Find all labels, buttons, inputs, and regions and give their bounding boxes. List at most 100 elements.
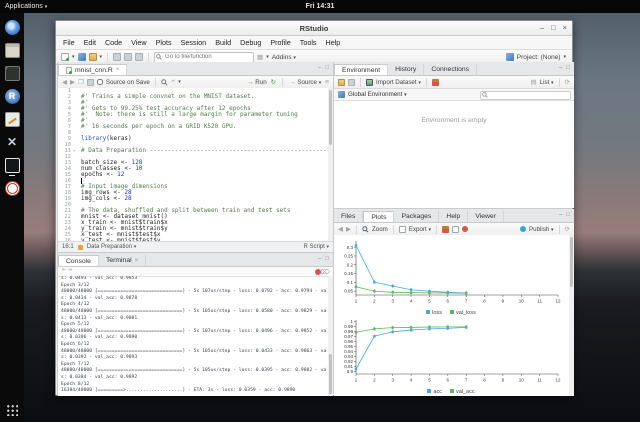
title-bar[interactable]: RStudio – □ × bbox=[56, 21, 572, 36]
source-button[interactable]: → Source ▾ bbox=[289, 79, 321, 86]
text-editor-icon[interactable] bbox=[5, 112, 20, 127]
file-manager-icon[interactable] bbox=[5, 43, 20, 58]
project-menu[interactable]: Project: (None) ▾ bbox=[506, 53, 566, 61]
caret-down-icon[interactable]: ▾ bbox=[178, 79, 181, 85]
forward-icon[interactable]: ▶ bbox=[70, 78, 75, 86]
console-output[interactable]: s: 0.0493 - val_acc: 0.9853Epoch 3/12480… bbox=[61, 276, 327, 396]
plot-svg-1: 0.90.910.920.930.940.950.960.970.980.991… bbox=[338, 317, 564, 383]
new-project-icon[interactable] bbox=[78, 53, 86, 61]
back-icon[interactable]: ◀ bbox=[62, 78, 67, 86]
save-all-icon[interactable] bbox=[124, 53, 132, 61]
tab-terminal[interactable]: Terminal× bbox=[99, 255, 146, 266]
tab-mnist-cnn[interactable]: mnist_cnn.R × bbox=[58, 64, 127, 75]
tab-packages[interactable]: Packages bbox=[394, 211, 439, 222]
menu-item-debug[interactable]: Debug bbox=[240, 38, 261, 47]
tab-viewer[interactable]: Viewer bbox=[468, 211, 504, 222]
maximize-window-icon[interactable]: □ bbox=[551, 23, 556, 32]
zoom-plot-button[interactable]: Zoom bbox=[372, 226, 388, 233]
maximize-pane-icon[interactable]: □ bbox=[566, 212, 570, 218]
minimize-pane-icon[interactable]: – bbox=[318, 65, 321, 71]
menu-item-build[interactable]: Build bbox=[215, 38, 231, 47]
previous-plot-icon[interactable]: ◀ bbox=[338, 225, 343, 233]
goto-file-input[interactable] bbox=[154, 52, 254, 63]
next-plot-icon[interactable]: ▶ bbox=[346, 225, 351, 233]
console-scrollbar[interactable] bbox=[328, 276, 333, 396]
close-window-icon[interactable]: × bbox=[563, 23, 567, 32]
tab-plots[interactable]: Plots bbox=[363, 211, 394, 222]
menu-item-code[interactable]: Code bbox=[105, 38, 122, 47]
show-applications-icon[interactable] bbox=[6, 404, 18, 416]
r-logo-icon[interactable]: R bbox=[5, 89, 20, 104]
clear-console-icon[interactable]: ⌦ bbox=[321, 268, 330, 276]
menu-item-profile[interactable]: Profile bbox=[270, 38, 290, 47]
editor-scrollbar[interactable] bbox=[328, 88, 333, 242]
plots-scrollbar[interactable] bbox=[569, 235, 574, 396]
minimize-window-icon[interactable]: – bbox=[540, 23, 544, 32]
minimize-pane-icon[interactable]: – bbox=[318, 256, 321, 262]
minimize-pane-icon[interactable]: – bbox=[559, 65, 562, 71]
load-workspace-icon[interactable] bbox=[338, 79, 345, 86]
top-bar: Applications ▾ Fri 14:31 bbox=[0, 0, 640, 13]
display-settings-icon[interactable] bbox=[5, 158, 20, 173]
tab-connections[interactable]: Connections bbox=[424, 64, 477, 75]
find-icon[interactable] bbox=[161, 79, 168, 86]
svg-text:11: 11 bbox=[537, 378, 542, 383]
import-dataset-button[interactable]: Import Dataset ▾ bbox=[376, 79, 421, 86]
caret-down-icon[interactable]: ▾ bbox=[100, 54, 103, 60]
new-file-icon[interactable] bbox=[61, 53, 69, 61]
menu-item-edit[interactable]: Edit bbox=[84, 38, 96, 47]
tab-environment[interactable]: Environment bbox=[334, 64, 388, 75]
rerun-icon[interactable]: ↻ bbox=[271, 78, 276, 86]
open-file-icon[interactable] bbox=[89, 53, 97, 61]
close-tab-icon[interactable]: × bbox=[116, 67, 120, 73]
svg-text:8: 8 bbox=[483, 299, 486, 304]
menu-item-session[interactable]: Session bbox=[181, 38, 207, 47]
refresh-icon[interactable]: ⟳ bbox=[565, 225, 570, 233]
export-button[interactable]: Export ▾ bbox=[409, 226, 431, 233]
popout-icon[interactable]: ❐ bbox=[78, 78, 84, 86]
menu-item-view[interactable]: View bbox=[131, 38, 146, 47]
remove-plot-icon[interactable] bbox=[442, 226, 449, 233]
run-button[interactable]: → Run bbox=[247, 79, 267, 86]
refresh-icon[interactable]: ⟳ bbox=[565, 78, 570, 86]
menu-item-tools[interactable]: Tools bbox=[300, 38, 317, 47]
maximize-pane-icon[interactable]: □ bbox=[325, 256, 329, 262]
browser-icon[interactable] bbox=[5, 20, 20, 35]
help-icon[interactable] bbox=[5, 181, 20, 196]
save-icon[interactable] bbox=[113, 53, 121, 61]
clear-plots-icon[interactable] bbox=[452, 226, 459, 233]
save-icon[interactable] bbox=[87, 79, 94, 86]
legend-item-val_acc: val_acc bbox=[450, 389, 475, 395]
maximize-pane-icon[interactable]: □ bbox=[566, 65, 570, 71]
caret-down-icon[interactable]: ▾ bbox=[266, 54, 269, 60]
addins-button[interactable]: Addins ▾ bbox=[272, 54, 296, 61]
tab-console[interactable]: Console bbox=[58, 255, 99, 266]
close-tab-icon[interactable]: × bbox=[135, 258, 139, 264]
tab-files[interactable]: Files bbox=[334, 211, 363, 222]
scope-selector[interactable]: Data Preparation ▾ bbox=[87, 244, 137, 250]
maximize-pane-icon[interactable]: □ bbox=[325, 65, 329, 71]
print-icon[interactable] bbox=[135, 53, 143, 61]
list-view-selector[interactable]: List ▾ bbox=[540, 79, 554, 86]
tools-icon[interactable]: ✕ bbox=[5, 135, 20, 150]
environment-search-input[interactable] bbox=[480, 91, 571, 100]
publish-button[interactable]: Publish ▾ bbox=[529, 226, 554, 233]
global-environment-selector[interactable]: Global Environment ▾ bbox=[348, 91, 407, 98]
save-workspace-icon[interactable] bbox=[348, 79, 355, 86]
clear-objects-icon[interactable] bbox=[432, 79, 439, 86]
source-on-save-checkbox[interactable] bbox=[97, 79, 103, 85]
tab-help[interactable]: Help bbox=[439, 211, 468, 222]
addins-grid-icon[interactable]: ▦ bbox=[257, 53, 263, 61]
menu-item-plots[interactable]: Plots bbox=[156, 38, 172, 47]
code-editor[interactable]: 12#' Trains a simple convnet on the MNIS… bbox=[58, 88, 333, 242]
tab-history[interactable]: History bbox=[388, 64, 424, 75]
terminal-icon[interactable] bbox=[5, 66, 20, 81]
chart-0: 0.050.10.150.20.250.3123456789101112loss… bbox=[338, 238, 564, 317]
document-outline-icon[interactable]: ≡ bbox=[325, 79, 329, 86]
minimize-pane-icon[interactable]: – bbox=[559, 212, 562, 218]
menu-item-help[interactable]: Help bbox=[326, 38, 341, 47]
code-tools-icon[interactable]: 🗲 bbox=[171, 78, 175, 86]
menu-item-file[interactable]: File bbox=[63, 38, 75, 47]
caret-down-icon[interactable]: ▾ bbox=[72, 54, 75, 60]
file-type-selector[interactable]: R Script ▾ bbox=[303, 244, 329, 250]
